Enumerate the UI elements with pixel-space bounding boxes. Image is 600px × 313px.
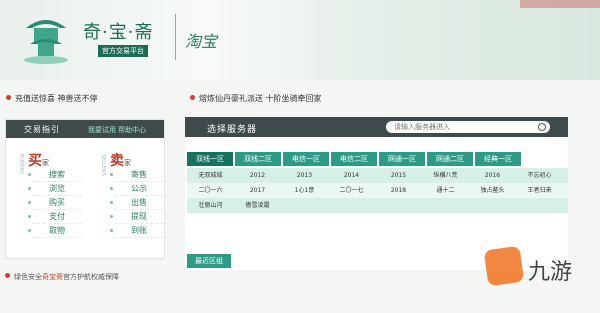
seller-menu-item[interactable]: 寄售 bbox=[110, 168, 164, 182]
seller-menu-item[interactable]: 公示 bbox=[110, 182, 164, 196]
notice-item[interactable]: 充值送惊喜 神兽送不停 bbox=[6, 93, 98, 104]
red-dot-icon bbox=[5, 273, 10, 278]
server-cell[interactable]: 2017 bbox=[234, 183, 281, 198]
server-row: 无双城城 2012 2013 2014 2015 纵横八荒 2016 不忘初心 bbox=[187, 168, 568, 183]
help-link[interactable]: 帮助中心 bbox=[118, 125, 146, 135]
watermark-text: 九游 bbox=[528, 260, 573, 285]
buyer-menu-item[interactable]: 购买 bbox=[28, 196, 82, 210]
server-cell[interactable]: 2016 bbox=[469, 168, 516, 183]
server-cell[interactable]: 二〇一六 bbox=[187, 183, 234, 198]
tab-server-group[interactable]: 经典一区 bbox=[475, 152, 521, 166]
tab-server-group[interactable]: 电信二区 bbox=[331, 152, 377, 166]
tab-server-group[interactable]: 电信一区 bbox=[283, 152, 329, 166]
seller-menu-item[interactable]: 到账 bbox=[110, 224, 164, 238]
buyer-menu-item[interactable]: 浏览 bbox=[28, 182, 82, 196]
header: 奇·宝·斋 官方交易平台 淘宝 bbox=[0, 0, 600, 80]
buyer-menu-item[interactable]: 取物 bbox=[28, 224, 82, 238]
trade-guide-panel: 交易指引 我要试用 帮助中心 买家 BUYERS 搜索 浏览 购买 支付 取物 … bbox=[5, 119, 165, 259]
server-cell[interactable]: 王者归来 bbox=[516, 183, 563, 198]
server-row: 二〇一六 2017 1心1意 二〇一七 2018 通十二 独占鳌头 王者归来 bbox=[187, 183, 568, 198]
tab-server-group[interactable]: 双线二区 bbox=[235, 152, 281, 166]
search-icon[interactable] bbox=[538, 123, 546, 131]
tab-server-group[interactable]: 双线一区 bbox=[187, 152, 233, 166]
sellers-vertical-label: SELLERS bbox=[100, 154, 106, 176]
buyer-menu-item[interactable]: 搜索 bbox=[28, 168, 82, 182]
notice-text: 充值送惊喜 神兽送不停 bbox=[15, 94, 98, 103]
server-cell[interactable]: 二〇一七 bbox=[328, 183, 375, 198]
server-cell[interactable]: 不忘初心 bbox=[516, 168, 563, 183]
server-search-input[interactable] bbox=[394, 121, 534, 133]
buyer-menu-item[interactable]: 支付 bbox=[28, 210, 82, 224]
safety-footer: 绿色安全奇宝斋官方护航权威保障 bbox=[5, 272, 119, 282]
try-link[interactable]: 我要试用 bbox=[88, 125, 116, 135]
notice-bar: 充值送惊喜 神兽送不停 熔炼仙丹豪礼派送 十阶坐骑牵回家 bbox=[0, 90, 600, 106]
server-cell[interactable]: 2018 bbox=[375, 183, 422, 198]
recent-servers-tab[interactable]: 最近区组 bbox=[187, 254, 231, 268]
server-select-header: 选择服务器 bbox=[185, 117, 568, 137]
seller-menu: 寄售 公示 出售 提现 到账 bbox=[110, 168, 164, 238]
tab-server-group[interactable]: 网通二区 bbox=[427, 152, 473, 166]
top-decoration bbox=[520, 0, 600, 8]
seller-menu-item[interactable]: 提现 bbox=[110, 210, 164, 224]
seller-menu-item[interactable]: 出售 bbox=[110, 196, 164, 210]
calligraphy-logo: 淘宝 bbox=[185, 32, 218, 51]
server-cell[interactable]: 2013 bbox=[281, 168, 328, 183]
buyers-vertical-label: BUYERS bbox=[18, 154, 24, 174]
server-cell[interactable]: 2014 bbox=[328, 168, 375, 183]
notice-text: 熔炼仙丹豪礼派送 十阶坐骑牵回家 bbox=[199, 94, 322, 103]
server-search bbox=[386, 121, 550, 133]
server-cell[interactable]: 独占鳌头 bbox=[469, 183, 516, 198]
tab-server-group[interactable]: 网通一区 bbox=[379, 152, 425, 166]
server-grid: 无双城城 2012 2013 2014 2015 纵横八荒 2016 不忘初心 … bbox=[187, 168, 568, 213]
notice-item[interactable]: 熔炼仙丹豪礼派送 十阶坐骑牵回家 bbox=[190, 93, 322, 104]
server-cell[interactable]: 纵横八荒 bbox=[422, 168, 469, 183]
server-select-title: 选择服务器 bbox=[207, 125, 258, 135]
server-cell[interactable]: 1心1意 bbox=[281, 183, 328, 198]
site-subtitle: 官方交易平台 bbox=[98, 45, 148, 57]
server-cell[interactable]: 壮丽山河 bbox=[187, 198, 234, 213]
pavilion-logo-icon bbox=[24, 20, 68, 64]
server-cell[interactable]: 通十二 bbox=[422, 183, 469, 198]
logo-divider bbox=[175, 14, 176, 60]
seller-heading: 卖家 bbox=[110, 153, 131, 169]
server-cell[interactable]: 傲雪凌霜 bbox=[234, 198, 281, 213]
jiuyou-logo-icon bbox=[483, 245, 525, 287]
trade-guide-title: 交易指引 bbox=[24, 125, 60, 134]
server-cell[interactable]: 2012 bbox=[234, 168, 281, 183]
server-row: 壮丽山河 傲雪凌霜 bbox=[187, 198, 568, 213]
brand-highlight: 奇宝斋 bbox=[42, 273, 63, 281]
trade-guide-header: 交易指引 我要试用 帮助中心 bbox=[6, 120, 164, 138]
red-dot-icon bbox=[190, 95, 195, 100]
server-cell[interactable]: 2015 bbox=[375, 168, 422, 183]
server-cell[interactable]: 无双城城 bbox=[187, 168, 234, 183]
red-dot-icon bbox=[6, 95, 11, 100]
buyer-menu: 搜索 浏览 购买 支付 取物 bbox=[28, 168, 82, 238]
site-title: 奇·宝·斋 bbox=[83, 22, 154, 43]
buyer-heading: 买家 bbox=[28, 153, 49, 169]
